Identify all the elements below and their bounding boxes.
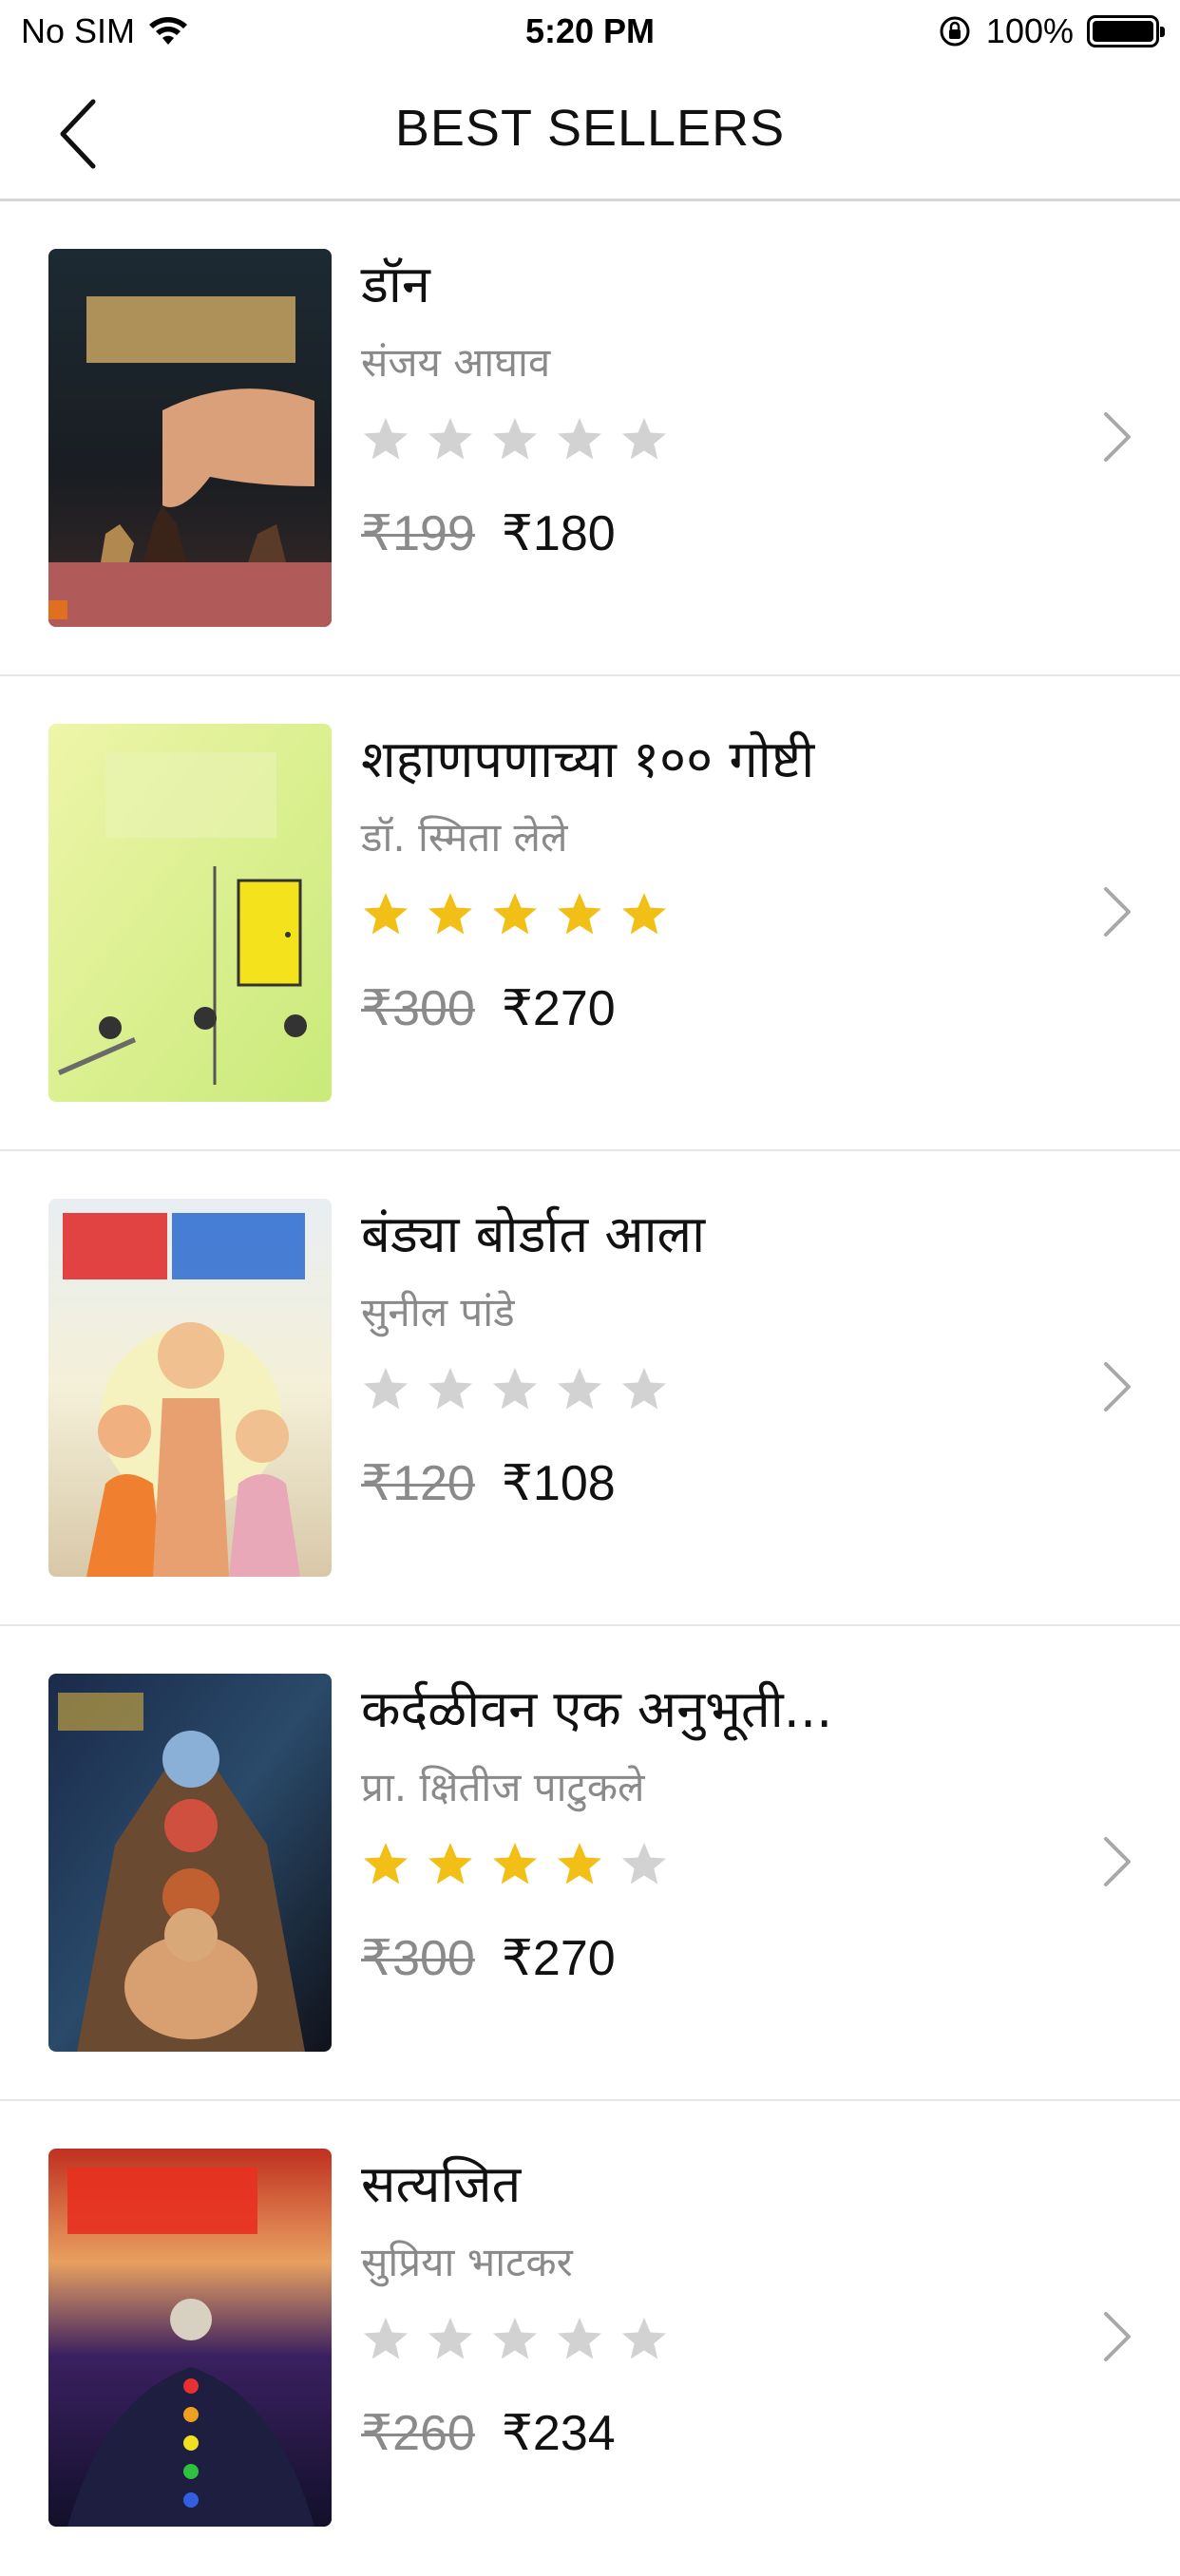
star-empty-icon [428, 418, 472, 460]
book-row[interactable]: सत्यजित सुप्रिया भाटकर ₹260 ₹234 [0, 2101, 1180, 2576]
original-price: ₹199 [361, 506, 475, 561]
book-title: कर्दळीवन एक अनुभूती... [361, 1679, 833, 1739]
book-list: डॉन संजय आघाव ₹199 ₹180 शहाणपणाच्या १०० … [0, 201, 1180, 2576]
price-row: ₹260 ₹234 [361, 2405, 616, 2462]
book-cover-image [48, 1199, 332, 1577]
star-filled-icon [428, 1843, 472, 1885]
book-author: प्रा. क्षितीज पाटुकले [361, 1764, 645, 1810]
book-row[interactable]: शहाणपणाच्या १०० गोष्टी डॉ. स्मिता लेले ₹… [0, 676, 1180, 1151]
sale-price: ₹270 [501, 1931, 616, 1986]
original-price: ₹260 [361, 2406, 475, 2461]
chevron-right-icon [1104, 1837, 1131, 1886]
sale-price: ₹270 [501, 981, 616, 1036]
star-empty-icon [493, 418, 537, 460]
star-empty-icon [622, 418, 666, 460]
price-row: ₹120 ₹108 [361, 1455, 616, 1512]
book-author: संजय आघाव [361, 339, 551, 386]
star-empty-icon [558, 418, 601, 460]
star-filled-icon [558, 893, 601, 935]
price-row: ₹199 ₹180 [361, 505, 616, 562]
star-filled-icon [558, 1843, 601, 1885]
star-empty-icon [558, 1368, 601, 1410]
price-row: ₹300 ₹270 [361, 1930, 616, 1987]
book-title: बंड्या बोर्डात आला [361, 1204, 706, 1264]
orientation-lock-icon [940, 16, 970, 47]
navigation-bar: BEST SELLERS [0, 63, 1180, 201]
star-empty-icon [428, 2318, 472, 2359]
sale-price: ₹234 [501, 2406, 616, 2461]
sale-price: ₹108 [501, 1456, 616, 1511]
star-empty-icon [493, 2318, 537, 2359]
star-filled-icon [493, 1843, 537, 1885]
star-filled-icon [364, 1843, 408, 1885]
star-filled-icon [493, 893, 537, 935]
status-right: 100% [937, 11, 1165, 51]
original-price: ₹120 [361, 1456, 475, 1511]
star-empty-icon [493, 1368, 537, 1410]
chevron-right-icon [1104, 887, 1131, 937]
star-filled-icon [364, 893, 408, 935]
rating-stars [361, 415, 669, 464]
star-empty-icon [364, 2318, 408, 2359]
star-empty-icon [622, 1368, 666, 1410]
rating-stars [361, 1840, 669, 1889]
page-title: BEST SELLERS [394, 100, 786, 157]
chevron-right-icon [1104, 2312, 1131, 2361]
book-title: शहाणपणाच्या १०० गोष्टी [361, 729, 815, 789]
status-bar: No SIM 5:20 PM 100% [0, 0, 1180, 63]
chevron-right-icon [1104, 412, 1131, 462]
book-cover-image [48, 1674, 332, 2052]
book-title: सत्यजित [361, 2154, 522, 2214]
star-empty-icon [428, 1368, 472, 1410]
star-filled-icon [622, 893, 666, 935]
price-row: ₹300 ₹270 [361, 980, 616, 1037]
book-row[interactable]: डॉन संजय आघाव ₹199 ₹180 [0, 201, 1180, 676]
rating-stars [361, 2315, 669, 2364]
star-empty-icon [364, 418, 408, 460]
book-cover-image [48, 2149, 332, 2527]
star-empty-icon [622, 2318, 666, 2359]
star-empty-icon [622, 1843, 666, 1885]
star-filled-icon [428, 893, 472, 935]
chevron-right-icon [1104, 1362, 1131, 1411]
original-price: ₹300 [361, 981, 475, 1036]
book-row[interactable]: कर्दळीवन एक अनुभूती... प्रा. क्षितीज पाट… [0, 1626, 1180, 2101]
book-author: डॉ. स्मिता लेले [361, 814, 568, 861]
book-cover-image [48, 724, 332, 1102]
battery-percent: 100% [985, 11, 1074, 50]
rating-stars [361, 1365, 669, 1414]
original-price: ₹300 [361, 1931, 475, 1986]
book-row[interactable]: बंड्या बोर्डात आला सुनील पांडे ₹120 ₹108 [0, 1151, 1180, 1626]
sale-price: ₹180 [501, 506, 616, 561]
book-title: डॉन [361, 255, 430, 314]
book-cover-image [48, 249, 332, 627]
book-author: सुनील पांडे [361, 1289, 515, 1335]
book-author: सुप्रिया भाटकर [361, 2239, 573, 2285]
battery-icon [1087, 15, 1165, 47]
rating-stars [361, 890, 669, 939]
star-empty-icon [364, 1368, 408, 1410]
star-empty-icon [558, 2318, 601, 2359]
